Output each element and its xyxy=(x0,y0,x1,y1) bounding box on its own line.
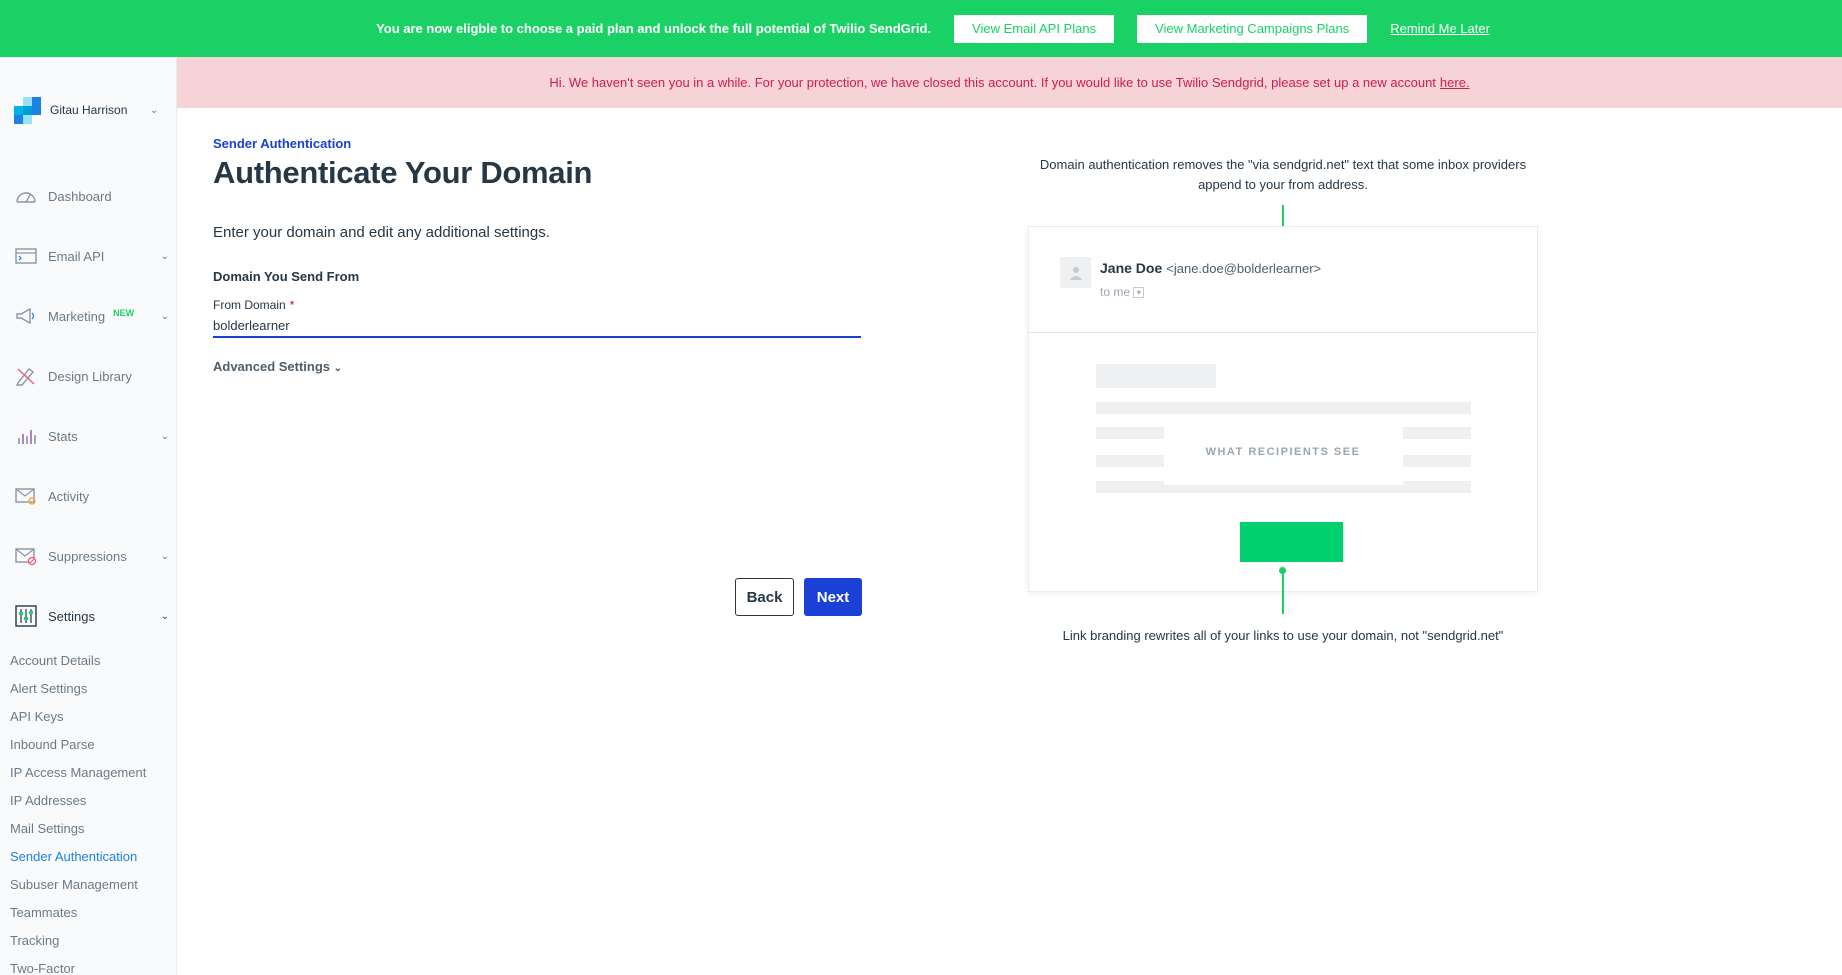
nav-activity-label: Activity xyxy=(48,488,90,504)
sendgrid-logo-icon xyxy=(14,97,41,124)
domain-auth-note: Domain authentication removes the "via s… xyxy=(1039,157,1527,192)
account-switcher[interactable]: Gitau Harrison ⌄ xyxy=(14,97,159,124)
account-closed-alert: Hi. We haven't seen you in a while. For … xyxy=(177,57,1842,108)
settings-item-subuser-management[interactable]: Subuser Management xyxy=(10,877,138,892)
back-button[interactable]: Back xyxy=(735,578,794,616)
nav-design-library[interactable]: Design Library xyxy=(14,365,169,387)
nav-marketing-label: Marketing xyxy=(48,308,106,324)
nav-email-api[interactable]: Email API ⌄ xyxy=(14,245,169,267)
settings-item-account-details[interactable]: Account Details xyxy=(10,653,100,668)
chevron-down-icon: ⌄ xyxy=(333,363,343,374)
settings-item-ip-access-management[interactable]: IP Access Management xyxy=(10,765,146,780)
dashboard-icon xyxy=(14,185,38,207)
what-recipients-see-label: WHAT RECIPIENTS SEE xyxy=(1205,446,1361,458)
intro-text: Enter your domain and edit any additiona… xyxy=(213,224,550,241)
advanced-settings-label: Advanced Settings xyxy=(213,359,331,374)
settings-item-ip-addresses[interactable]: IP Addresses xyxy=(10,793,86,808)
chevron-down-icon: ⌄ xyxy=(150,104,159,116)
section-label: Domain You Send From xyxy=(213,269,360,284)
view-email-api-plans-button[interactable]: View Email API Plans xyxy=(954,14,1115,43)
from-domain-label-text: From Domain xyxy=(213,298,286,312)
caret-down-icon: ▾ xyxy=(1133,287,1145,299)
alert-text: Hi. We haven't seen you in a while. For … xyxy=(549,75,1436,90)
nav-dashboard-label: Dashboard xyxy=(48,188,112,204)
nav-stats[interactable]: Stats ⌄ xyxy=(14,425,169,447)
new-account-link[interactable]: here. xyxy=(1440,75,1470,90)
link-branding-note: Link branding rewrites all of your links… xyxy=(1062,628,1504,643)
nav-suppressions-label: Suppressions xyxy=(48,548,127,564)
new-badge: NEW xyxy=(113,308,135,318)
avatar xyxy=(1060,257,1091,288)
sender-line: Jane Doe <jane.doe@bolderlearner> xyxy=(1100,260,1321,276)
recipient-line: to me ▾ xyxy=(1100,285,1145,299)
card-divider xyxy=(1029,332,1537,333)
chevron-down-icon: ⌄ xyxy=(160,310,169,322)
settings-item-inbound-parse[interactable]: Inbound Parse xyxy=(10,737,95,752)
upgrade-banner: You are now eligble to choose a paid pla… xyxy=(0,0,1842,57)
settings-item-tracking[interactable]: Tracking xyxy=(10,933,59,948)
nav-dashboard[interactable]: Dashboard xyxy=(14,185,169,207)
remind-me-later-link[interactable]: Remind Me Later xyxy=(1390,21,1490,36)
next-button[interactable]: Next xyxy=(804,578,862,616)
settings-item-sender-authentication[interactable]: Sender Authentication xyxy=(10,849,137,864)
chevron-down-icon: ⌄ xyxy=(160,610,169,622)
nav-stats-label: Stats xyxy=(48,428,78,444)
sender-email: <jane.doe@bolderlearner> xyxy=(1166,261,1322,276)
design-library-icon xyxy=(14,365,38,387)
chevron-down-icon: ⌄ xyxy=(160,550,169,562)
connector-line xyxy=(1282,570,1284,614)
settings-sliders-icon xyxy=(14,605,38,627)
email-preview-card: Jane Doe <jane.doe@bolderlearner> to me ▾… xyxy=(1028,226,1538,592)
chevron-down-icon: ⌄ xyxy=(160,250,169,262)
page-title: Authenticate Your Domain xyxy=(213,155,593,190)
from-domain-label: From Domain * xyxy=(213,298,294,312)
advanced-settings-toggle[interactable]: Advanced Settings ⌄ xyxy=(213,359,342,374)
placeholder-line xyxy=(1096,402,1471,414)
settings-item-mail-settings[interactable]: Mail Settings xyxy=(10,821,84,836)
nav-email-api-label: Email API xyxy=(48,248,105,264)
nav-design-library-label: Design Library xyxy=(48,368,132,384)
sender-name: Jane Doe xyxy=(1100,260,1163,276)
settings-item-teammates[interactable]: Teammates xyxy=(10,905,77,920)
settings-item-two-factor[interactable]: Two-Factor xyxy=(10,961,75,975)
placeholder-block xyxy=(1096,364,1216,388)
settings-item-alert-settings[interactable]: Alert Settings xyxy=(10,681,87,696)
megaphone-icon xyxy=(14,305,38,327)
nav-marketing[interactable]: Marketing NEW ⌄ xyxy=(14,305,169,327)
activity-icon xyxy=(14,485,38,507)
settings-item-api-keys[interactable]: API Keys xyxy=(10,709,63,724)
stats-icon xyxy=(14,425,38,447)
cta-button-placeholder xyxy=(1240,522,1343,562)
breadcrumb[interactable]: Sender Authentication xyxy=(213,136,351,151)
recipient-text: to me xyxy=(1100,285,1131,299)
upgrade-message: You are now eligble to choose a paid pla… xyxy=(376,21,932,36)
sidebar: Gitau Harrison ⌄ Dashboard Email API ⌄ M… xyxy=(0,57,177,975)
required-mark: * xyxy=(289,298,295,312)
nav-settings[interactable]: Settings ⌄ xyxy=(14,605,169,627)
chevron-down-icon: ⌄ xyxy=(160,430,169,442)
email-api-icon xyxy=(14,245,38,267)
from-domain-input[interactable] xyxy=(213,314,861,338)
nav-suppressions[interactable]: Suppressions ⌄ xyxy=(14,545,169,567)
nav-activity[interactable]: Activity xyxy=(14,485,169,507)
view-marketing-plans-button[interactable]: View Marketing Campaigns Plans xyxy=(1137,14,1368,43)
nav-settings-label: Settings xyxy=(48,608,95,624)
suppressions-icon xyxy=(14,545,38,567)
account-name: Gitau Harrison xyxy=(50,103,128,117)
